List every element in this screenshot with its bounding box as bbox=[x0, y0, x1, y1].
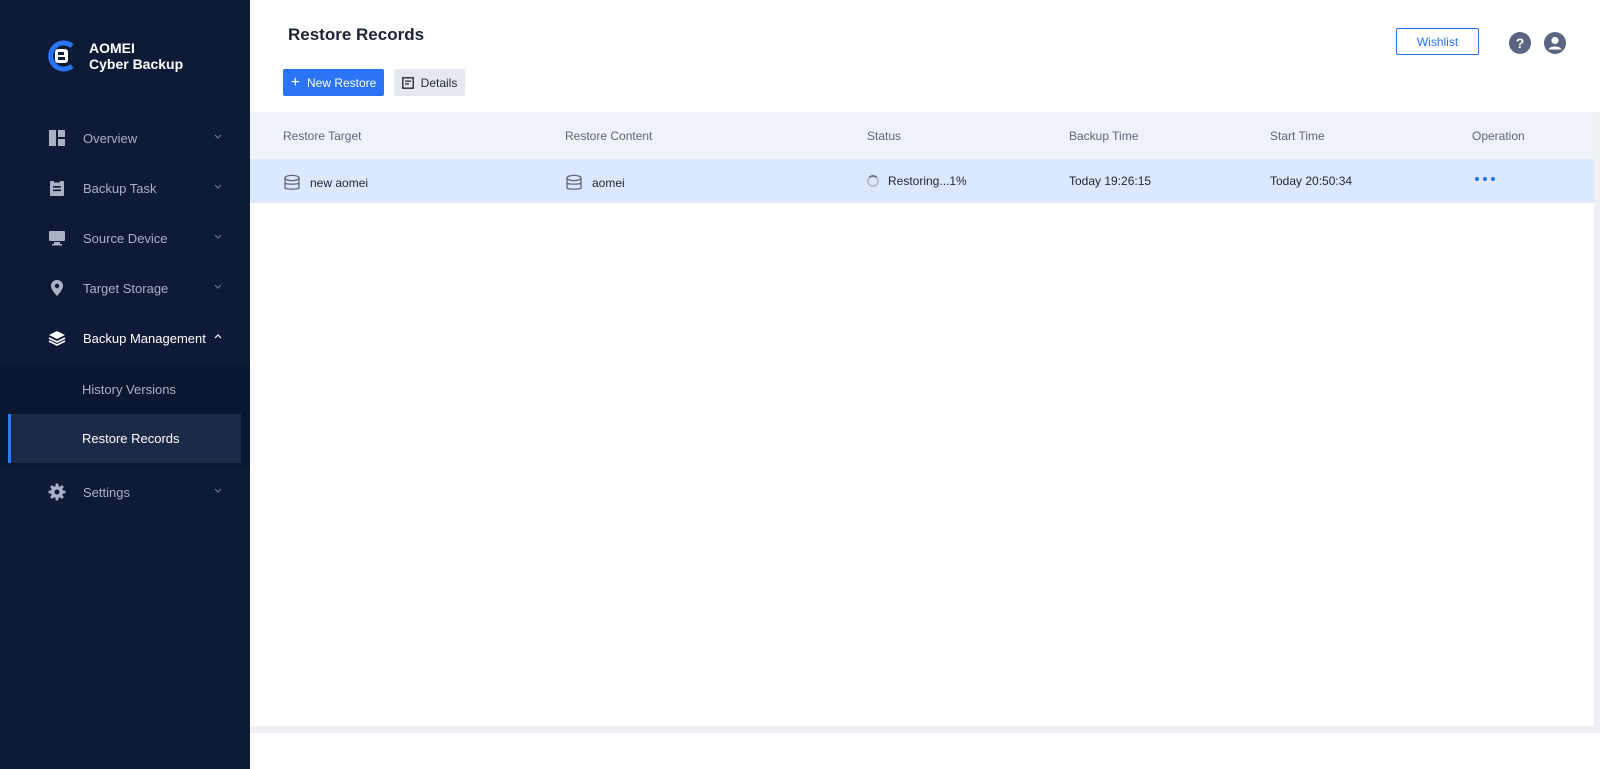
sidebar-subitem-label: Restore Records bbox=[82, 431, 180, 446]
restore-content-cell: aomei bbox=[565, 174, 625, 192]
table-header: Restore Target Restore Content Status Ba… bbox=[250, 112, 1594, 159]
sidebar-item-label: Backup Management bbox=[83, 330, 206, 346]
column-header: Restore Target bbox=[283, 129, 362, 143]
scroll-gutter bbox=[1594, 112, 1600, 733]
column-header: Restore Content bbox=[565, 129, 653, 143]
sidebar-item-label: Target Storage bbox=[83, 280, 169, 296]
page-title: Restore Records bbox=[288, 25, 425, 44]
sidebar-item-label: Overview bbox=[83, 130, 138, 146]
sidebar-subitem-history-versions[interactable]: History Versions bbox=[8, 365, 241, 414]
sidebar-item-settings[interactable]: Settings bbox=[0, 467, 250, 517]
chevron-down-icon bbox=[214, 134, 222, 139]
sidebar-item-overview[interactable]: Overview bbox=[0, 113, 250, 163]
user-avatar-icon[interactable] bbox=[1544, 32, 1566, 54]
column-header: Backup Time bbox=[1069, 129, 1139, 143]
sidebar-item-backup-management[interactable]: Backup Management bbox=[0, 313, 250, 363]
more-options-icon[interactable] bbox=[1475, 173, 1495, 185]
sidebar-item-backup-task[interactable]: Backup Task bbox=[0, 163, 250, 213]
status-cell: Restoring...1% bbox=[867, 174, 967, 188]
sidebar-item-label: Settings bbox=[83, 484, 130, 500]
new-restore-label: New Restore bbox=[306, 75, 377, 90]
details-label: Details bbox=[420, 75, 458, 90]
location-pin-icon bbox=[47, 278, 67, 298]
column-header: Status bbox=[867, 129, 902, 143]
details-button[interactable]: Details bbox=[394, 69, 465, 96]
sidebar-item-source-device[interactable]: Source Device bbox=[0, 213, 250, 263]
status-text: Restoring...1% bbox=[888, 174, 967, 188]
dashboard-icon bbox=[47, 128, 67, 148]
restore-records-table: Restore Target Restore Content Status Ba… bbox=[250, 112, 1594, 726]
column-header: Start Time bbox=[1270, 129, 1325, 143]
sidebar: AOMEI Cyber Backup Overview Backup Task bbox=[0, 0, 250, 769]
new-restore-button[interactable]: + New Restore bbox=[283, 69, 384, 96]
chevron-down-icon bbox=[214, 184, 222, 189]
app-name-line2: Cyber Backup bbox=[89, 56, 184, 72]
clipboard-icon bbox=[47, 178, 67, 198]
database-icon bbox=[284, 174, 300, 190]
details-icon bbox=[401, 76, 414, 89]
loading-spinner-icon bbox=[867, 175, 879, 187]
monitor-icon bbox=[47, 228, 67, 248]
database-icon bbox=[566, 174, 582, 190]
column-header: Operation bbox=[1472, 129, 1525, 143]
table-row[interactable]: new aomei aomei Restoring...1% Today 19:… bbox=[250, 159, 1594, 203]
aomei-logo-icon bbox=[45, 40, 77, 72]
svg-text:?: ? bbox=[1516, 35, 1525, 51]
chevron-down-icon bbox=[214, 284, 222, 289]
restore-content-text: aomei bbox=[592, 176, 625, 190]
gear-icon bbox=[47, 482, 67, 502]
app-logo: AOMEI Cyber Backup bbox=[45, 40, 183, 72]
app-name: AOMEI Cyber Backup bbox=[89, 40, 183, 72]
backup-time-cell: Today 19:26:15 bbox=[1069, 174, 1152, 188]
help-icon[interactable]: ? bbox=[1509, 32, 1531, 54]
sidebar-nav: Overview Backup Task Source Device Targe… bbox=[0, 113, 250, 517]
start-time-cell: Today 20:50:34 bbox=[1270, 174, 1353, 188]
app-name-line1: AOMEI bbox=[89, 40, 135, 56]
sidebar-subitem-restore-records[interactable]: Restore Records bbox=[8, 414, 241, 463]
chevron-down-icon bbox=[214, 488, 222, 493]
wishlist-button[interactable]: Wishlist bbox=[1396, 28, 1479, 55]
sidebar-item-label: Backup Task bbox=[83, 180, 157, 196]
plus-icon: + bbox=[290, 73, 300, 91]
main-content: Restore Records + New Restore Details Wi… bbox=[250, 0, 1600, 769]
sidebar-item-target-storage[interactable]: Target Storage bbox=[0, 263, 250, 313]
backup-management-submenu: History Versions Restore Records bbox=[0, 363, 250, 467]
bottom-divider bbox=[250, 726, 1600, 733]
restore-target-text: new aomei bbox=[310, 176, 369, 190]
sidebar-item-label: Source Device bbox=[83, 230, 168, 246]
sidebar-subitem-label: History Versions bbox=[82, 382, 176, 397]
chevron-down-icon bbox=[214, 234, 222, 239]
layers-icon bbox=[47, 328, 67, 348]
chevron-up-icon bbox=[214, 334, 222, 339]
restore-target-cell: new aomei bbox=[283, 174, 368, 192]
